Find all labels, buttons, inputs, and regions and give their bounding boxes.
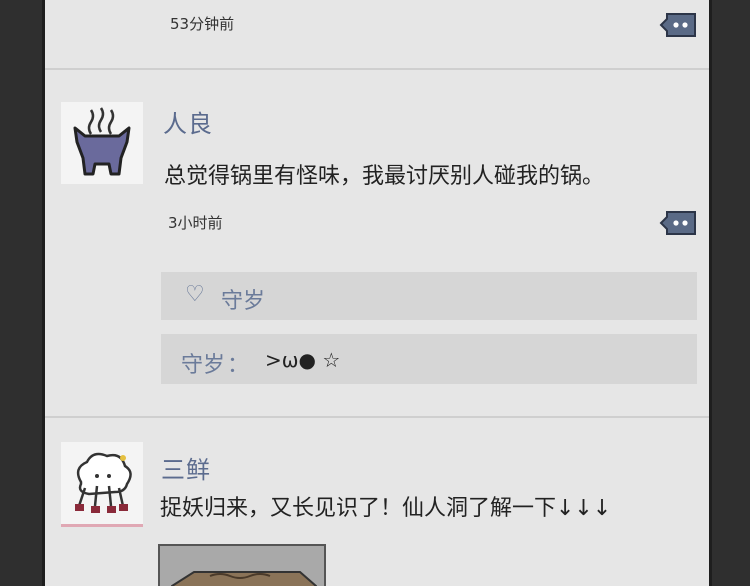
comment-divider (45, 416, 709, 418)
like-user-name[interactable]: 守岁 (221, 283, 265, 315)
comment-username[interactable]: 三鲜 (161, 450, 211, 485)
comment-panel: 53分钟前 人良 总觉得锅里有怪味，我最讨厌别人碰我的锅。 3小时前 ♡ 守岁 … (42, 0, 712, 586)
comment-feed-frame: 53分钟前 人良 总觉得锅里有怪味，我最讨厌别人碰我的锅。 3小时前 ♡ 守岁 … (0, 0, 750, 586)
reply-button[interactable] (659, 210, 697, 236)
comment-content: 总觉得锅里有怪味，我最讨厌别人碰我的锅。 (164, 164, 605, 189)
comment-divider (45, 68, 709, 70)
reply-button[interactable] (659, 12, 697, 38)
avatar[interactable] (61, 102, 143, 184)
comment-username[interactable]: 人良 (163, 104, 213, 139)
comment-image-thumbnail[interactable] (158, 544, 326, 586)
avatar[interactable] (61, 442, 143, 527)
likes-box: ♡ 守岁 (161, 272, 697, 320)
cloud-creature-avatar-icon (75, 452, 132, 513)
comment-content: 捉妖归来，又长见识了！仙人洞了解一下↓↓↓ (160, 496, 612, 521)
reply-text: >ω● ☆ (265, 348, 341, 372)
comment-time: 53分钟前 (170, 15, 235, 33)
cave-image-icon (160, 546, 324, 586)
reply-box: 守岁 ： >ω● ☆ (161, 334, 697, 384)
pot-avatar-icon (73, 107, 131, 176)
reply-author[interactable]: 守岁 (181, 347, 225, 379)
reply-colon: ： (227, 353, 250, 378)
heart-outline-icon: ♡ (185, 282, 205, 307)
speech-bubble-icon (659, 211, 696, 235)
speech-bubble-icon (659, 13, 696, 37)
comment-time: 3小时前 (168, 214, 223, 232)
